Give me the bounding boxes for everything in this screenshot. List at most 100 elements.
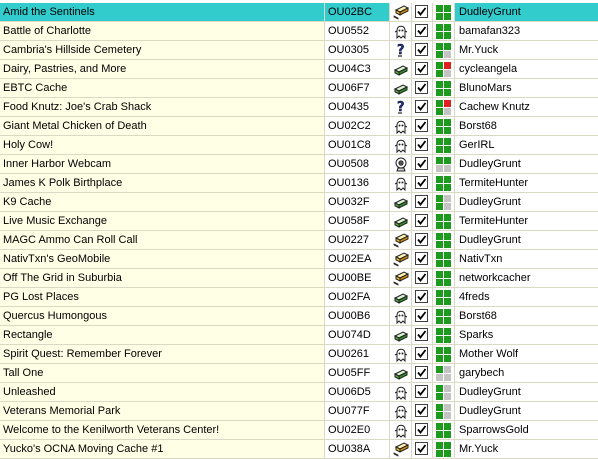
cache-code-cell[interactable]: OU032F [325, 193, 390, 211]
cache-name-cell[interactable]: Amid the Sentinels [0, 3, 325, 21]
owner-cell[interactable]: DudleyGrunt [455, 402, 598, 420]
owner-cell[interactable]: DudleyGrunt [455, 155, 598, 173]
cache-code-cell[interactable]: OU02E0 [325, 421, 390, 439]
found-checkbox-cell[interactable] [412, 364, 433, 382]
table-row[interactable]: Battle of Charlotte OU0552 bamafan323 [0, 22, 598, 41]
found-checkbox[interactable] [415, 214, 428, 227]
cache-name-cell[interactable]: K9 Cache [0, 193, 325, 211]
table-row[interactable]: Cambria's Hillside Cemetery OU0305? Mr.Yuc… [0, 41, 598, 60]
owner-cell[interactable]: SparrowsGold [455, 421, 598, 439]
table-row[interactable]: Off The Grid in Suburbia OU00BE networkcac… [0, 269, 598, 288]
found-checkbox[interactable] [415, 62, 428, 75]
found-checkbox[interactable] [415, 81, 428, 94]
table-row[interactable]: Spirit Quest: Remember Forever OU0261 Moth… [0, 345, 598, 364]
owner-cell[interactable]: networkcacher [455, 269, 598, 287]
owner-cell[interactable]: DudleyGrunt [455, 231, 598, 249]
cache-name-cell[interactable]: Welcome to the Kenilworth Veterans Cente… [0, 421, 325, 439]
owner-cell[interactable]: GerIRL [455, 136, 598, 154]
found-checkbox-cell[interactable] [412, 402, 433, 420]
cache-code-cell[interactable]: OU02C2 [325, 117, 390, 135]
found-checkbox[interactable] [415, 423, 428, 436]
cache-code-cell[interactable]: OU0227 [325, 231, 390, 249]
found-checkbox-cell[interactable] [412, 250, 433, 268]
found-checkbox-cell[interactable] [412, 326, 433, 344]
found-checkbox-cell[interactable] [412, 307, 433, 325]
found-checkbox-cell[interactable] [412, 3, 433, 21]
found-checkbox[interactable] [415, 195, 428, 208]
found-checkbox-cell[interactable] [412, 117, 433, 135]
cache-name-cell[interactable]: Unleashed [0, 383, 325, 401]
cache-name-cell[interactable]: Veterans Memorial Park [0, 402, 325, 420]
cache-code-cell[interactable]: OU00BE [325, 269, 390, 287]
found-checkbox[interactable] [415, 119, 428, 132]
cache-name-cell[interactable]: MAGC Ammo Can Roll Call [0, 231, 325, 249]
found-checkbox-cell[interactable] [412, 174, 433, 192]
found-checkbox-cell[interactable] [412, 22, 433, 40]
table-row[interactable]: Food Knutz: Joe's Crab Shack OU0435? Cache… [0, 98, 598, 117]
cache-name-cell[interactable]: Dairy, Pastries, and More [0, 60, 325, 78]
table-row[interactable]: Unleashed OU06D5 DudleyGrunt [0, 383, 598, 402]
table-row[interactable]: Quercus Humongous OU00B6 Borst68 [0, 307, 598, 326]
found-checkbox[interactable] [415, 385, 428, 398]
found-checkbox[interactable] [415, 404, 428, 417]
owner-cell[interactable]: cycleangela [455, 60, 598, 78]
owner-cell[interactable]: DudleyGrunt [455, 3, 598, 21]
found-checkbox-cell[interactable] [412, 41, 433, 59]
cache-code-cell[interactable]: OU01C8 [325, 136, 390, 154]
cache-name-cell[interactable]: Spirit Quest: Remember Forever [0, 345, 325, 363]
table-row[interactable]: Dairy, Pastries, and More OU04C3 cycleange… [0, 60, 598, 79]
cache-code-cell[interactable]: OU038A [325, 440, 390, 458]
cache-code-cell[interactable]: OU0305 [325, 41, 390, 59]
cache-code-cell[interactable]: OU0136 [325, 174, 390, 192]
cache-name-cell[interactable]: PG Lost Places [0, 288, 325, 306]
cache-name-cell[interactable]: Giant Metal Chicken of Death [0, 117, 325, 135]
table-row[interactable]: Holy Cow! OU01C8 GerIRL [0, 136, 598, 155]
cache-code-cell[interactable]: OU077F [325, 402, 390, 420]
table-row[interactable]: Inner Harbor Webcam OU0508 DudleyGrunt [0, 155, 598, 174]
cache-code-cell[interactable]: OU06D5 [325, 383, 390, 401]
owner-cell[interactable]: Borst68 [455, 307, 598, 325]
found-checkbox[interactable] [415, 138, 428, 151]
table-row[interactable]: MAGC Ammo Can Roll Call OU0227 DudleyGrunt [0, 231, 598, 250]
cache-name-cell[interactable]: Quercus Humongous [0, 307, 325, 325]
cache-code-cell[interactable]: OU0508 [325, 155, 390, 173]
table-row[interactable]: Live Music Exchange OU058F TermiteHunter [0, 212, 598, 231]
found-checkbox[interactable] [415, 290, 428, 303]
found-checkbox[interactable] [415, 328, 428, 341]
cache-code-cell[interactable]: OU06F7 [325, 79, 390, 97]
found-checkbox-cell[interactable] [412, 231, 433, 249]
owner-cell[interactable]: 4freds [455, 288, 598, 306]
found-checkbox[interactable] [415, 176, 428, 189]
owner-cell[interactable]: Mr.Yuck [455, 440, 598, 458]
table-row[interactable]: James K Polk Birthplace OU0136 TermiteHunt… [0, 174, 598, 193]
table-row[interactable]: Tall One OU05FF garybech [0, 364, 598, 383]
found-checkbox[interactable] [415, 233, 428, 246]
cache-code-cell[interactable]: OU0435 [325, 98, 390, 116]
table-row[interactable]: Yucko's OCNA Moving Cache #1 OU038A Mr.Yuc… [0, 440, 598, 459]
cache-code-cell[interactable]: OU0261 [325, 345, 390, 363]
cache-name-cell[interactable]: Live Music Exchange [0, 212, 325, 230]
found-checkbox-cell[interactable] [412, 136, 433, 154]
table-row[interactable]: Welcome to the Kenilworth Veterans Cente… [0, 421, 598, 440]
owner-cell[interactable]: Sparks [455, 326, 598, 344]
cache-name-cell[interactable]: Tall One [0, 364, 325, 382]
cache-list-grid[interactable]: Amid the Sentinels OU02BC DudleyGrunt Battl… [0, 3, 598, 459]
cache-name-cell[interactable]: Rectangle [0, 326, 325, 344]
table-row[interactable]: Veterans Memorial Park OU077F DudleyGrunt [0, 402, 598, 421]
found-checkbox-cell[interactable] [412, 383, 433, 401]
cache-code-cell[interactable]: OU02FA [325, 288, 390, 306]
owner-cell[interactable]: BlunoMars [455, 79, 598, 97]
found-checkbox[interactable] [415, 100, 428, 113]
owner-cell[interactable]: TermiteHunter [455, 174, 598, 192]
cache-name-cell[interactable]: EBTC Cache [0, 79, 325, 97]
found-checkbox[interactable] [415, 43, 428, 56]
cache-code-cell[interactable]: OU02BC [325, 3, 390, 21]
cache-name-cell[interactable]: Yucko's OCNA Moving Cache #1 [0, 440, 325, 458]
found-checkbox[interactable] [415, 309, 428, 322]
found-checkbox-cell[interactable] [412, 269, 433, 287]
cache-code-cell[interactable]: OU074D [325, 326, 390, 344]
cache-code-cell[interactable]: OU02EA [325, 250, 390, 268]
cache-name-cell[interactable]: Holy Cow! [0, 136, 325, 154]
table-row[interactable]: Rectangle OU074D Sparks [0, 326, 598, 345]
cache-name-cell[interactable]: NativTxn's GeoMobile [0, 250, 325, 268]
